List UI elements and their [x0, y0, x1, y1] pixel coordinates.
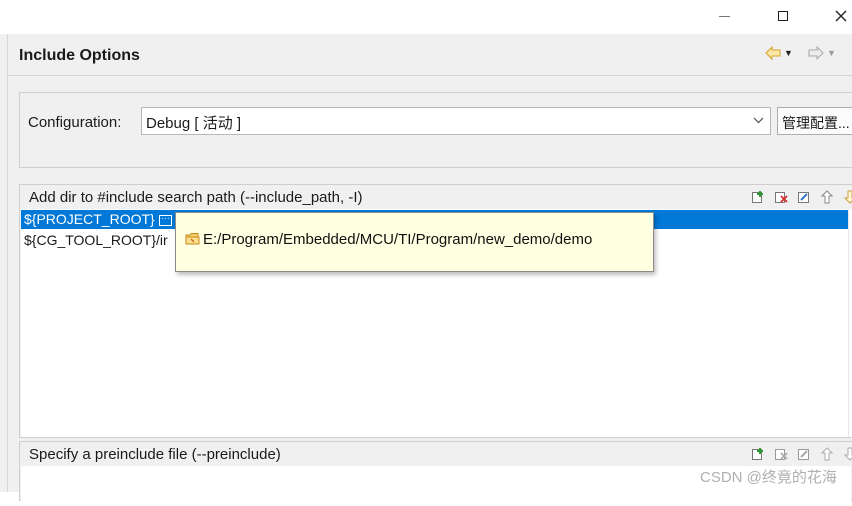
delete-icon[interactable] [773, 189, 789, 205]
vertical-scrollbar[interactable] [848, 209, 852, 437]
preinclude-toolbar [750, 446, 852, 462]
left-panel-edge [0, 34, 8, 492]
minimize-icon [718, 15, 730, 17]
add-icon[interactable] [750, 189, 766, 205]
delete-icon[interactable] [773, 446, 789, 462]
folder-icon [185, 233, 200, 245]
page-header: Include Options ▼ ▼ [8, 34, 852, 76]
back-nav[interactable]: ▼ [765, 44, 793, 62]
watermark: CSDN @终竟的花海 [700, 469, 837, 486]
configuration-panel: Configuration: Debug [ 活动 ] 管理配置... [19, 92, 852, 168]
move-down-icon[interactable] [842, 189, 852, 205]
forward-nav[interactable]: ▼ [808, 44, 836, 62]
close-button[interactable] [818, 0, 852, 32]
close-icon [835, 10, 847, 22]
back-dropdown-icon[interactable]: ▼ [784, 48, 793, 58]
maximize-icon [778, 11, 788, 21]
chevron-down-icon [753, 117, 764, 124]
edit-icon[interactable] [796, 189, 812, 205]
content-area: Configuration: Debug [ 活动 ] 管理配置... Add … [8, 76, 852, 506]
move-up-icon[interactable] [819, 189, 835, 205]
include-path-label: ${CG_TOOL_ROOT}/ir [24, 232, 168, 248]
window-titlebar [0, 0, 852, 34]
path-tooltip: E:/Program/Embedded/MCU/TI/Program/new_d… [175, 212, 654, 272]
configuration-label: Configuration: [28, 114, 122, 131]
edit-icon[interactable] [796, 446, 812, 462]
preinclude-title: Specify a preinclude file (--preinclude) [29, 446, 281, 463]
minimize-button[interactable] [701, 0, 747, 32]
page-title: Include Options [19, 47, 140, 64]
forward-dropdown-icon[interactable]: ▼ [827, 48, 836, 58]
move-up-icon[interactable] [819, 446, 835, 462]
include-path-label: ${PROJECT_ROOT} [24, 211, 155, 227]
manage-configurations-button[interactable]: 管理配置... [777, 107, 852, 135]
maximize-button[interactable] [760, 0, 806, 32]
ellipsis-icon[interactable]: ··· [158, 213, 172, 226]
configuration-select[interactable]: Debug [ 活动 ] [141, 107, 771, 135]
arrow-left-icon[interactable] [765, 46, 781, 60]
include-path-toolbar [750, 189, 852, 205]
move-down-icon[interactable] [842, 446, 852, 462]
tooltip-text: E:/Program/Embedded/MCU/TI/Program/new_d… [203, 231, 593, 248]
include-path-title: Add dir to #include search path (--inclu… [29, 189, 363, 206]
configuration-value: Debug [ 活动 ] [146, 115, 242, 132]
arrow-right-icon[interactable] [808, 46, 824, 60]
add-icon[interactable] [750, 446, 766, 462]
